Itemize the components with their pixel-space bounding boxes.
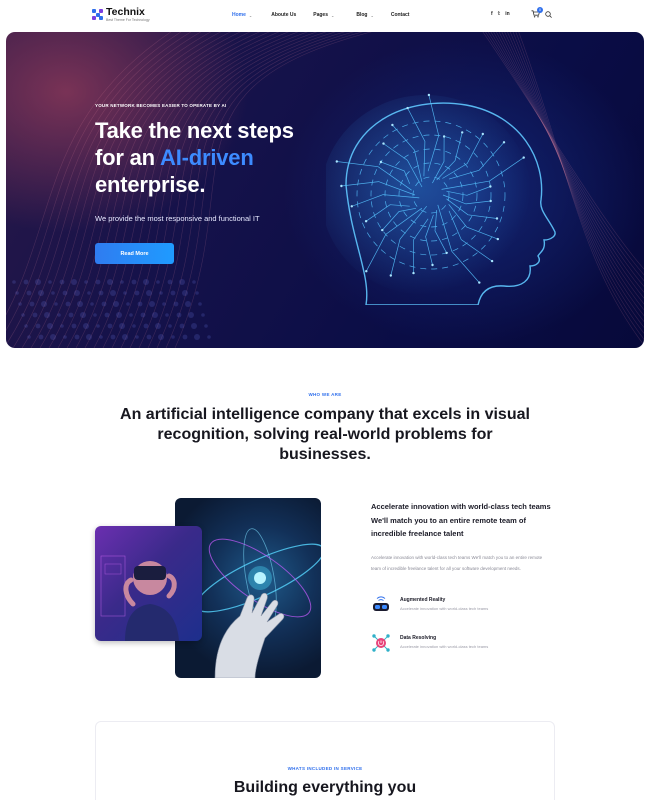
hero-title-line-2: for an AI-driven bbox=[95, 144, 294, 171]
menu-item-pages[interactable]: Pages ⌄ bbox=[313, 12, 334, 18]
data-network-icon bbox=[372, 634, 390, 652]
read-more-button[interactable]: Read More bbox=[95, 243, 174, 264]
about-body-text: Accelerate innovation with world-class t… bbox=[371, 555, 543, 571]
chevron-down-icon: ⌄ bbox=[370, 12, 374, 18]
about-kicker: WHO WE ARE bbox=[308, 392, 342, 397]
top-navigation: Technix Best Theme For Technology Home ⌄ … bbox=[0, 0, 650, 30]
vr-user-image bbox=[95, 526, 202, 641]
feature-data-resolving: Data Resolving Accelerate innovation wit… bbox=[371, 633, 488, 653]
chevron-down-icon: ⌄ bbox=[331, 12, 335, 18]
menu-label-pages: Pages bbox=[313, 12, 328, 18]
brand-tagline: Best Theme For Technology bbox=[106, 17, 150, 22]
menu-label-blog: Blog bbox=[356, 12, 368, 18]
logo-icon bbox=[92, 9, 103, 20]
menu-label-about: Aboute Us bbox=[271, 12, 297, 18]
hero-kicker: YOUR NETWORK BECOMES EASIER TO OPERATE B… bbox=[95, 103, 227, 108]
menu-item-blog[interactable]: Blog ⌄ bbox=[356, 12, 373, 18]
social-links: f 𝕥 in bbox=[491, 11, 510, 17]
ai-head-illustration bbox=[326, 93, 556, 305]
cart-count-badge: 0 bbox=[537, 7, 543, 13]
main-menu: Home ⌄ Aboute Us Pages ⌄ Blog ⌄ Contact bbox=[232, 12, 409, 18]
feature-title: Augmented Reality bbox=[400, 597, 446, 603]
hero-title: Take the next steps for an AI-driven ent… bbox=[95, 117, 294, 198]
vr-headset-icon bbox=[373, 596, 389, 611]
hero-title-highlight: AI-driven bbox=[160, 145, 254, 170]
brand-name: Technix bbox=[106, 6, 145, 18]
services-kicker: WHATS INCLUDED IN SERVICE bbox=[287, 766, 363, 771]
menu-item-home[interactable]: Home ⌄ bbox=[232, 12, 252, 18]
services-title: Building everything you bbox=[233, 779, 417, 796]
search-icon[interactable] bbox=[545, 11, 552, 18]
hero-title-prefix: for an bbox=[95, 145, 161, 170]
twitter-icon[interactable]: 𝕥 bbox=[498, 11, 501, 17]
cart-button[interactable]: 0 bbox=[531, 7, 543, 18]
menu-label-home: Home bbox=[232, 12, 246, 18]
feature-title: Data Resolving bbox=[400, 635, 437, 641]
hero-subtitle: We provide the most responsive and funct… bbox=[95, 214, 260, 223]
menu-item-about[interactable]: Aboute Us bbox=[271, 12, 296, 18]
chevron-down-icon: ⌄ bbox=[248, 12, 253, 18]
menu-label-contact: Contact bbox=[390, 12, 410, 18]
hero-banner: YOUR NETWORK BECOMES EASIER TO OPERATE B… bbox=[6, 32, 644, 348]
about-lead-text: Accelerate innovation with world-class t… bbox=[371, 502, 551, 538]
feature-description: Accelerate innovation with world-class t… bbox=[400, 644, 489, 649]
menu-item-contact[interactable]: Contact bbox=[391, 12, 410, 18]
brand-logo[interactable]: Technix Best Theme For Technology bbox=[92, 7, 150, 22]
feature-description: Accelerate innovation with world-class t… bbox=[400, 606, 489, 611]
feature-augmented-reality: Augmented Reality Accelerate innovation … bbox=[371, 595, 488, 615]
hero-title-line-1: Take the next steps bbox=[95, 118, 294, 143]
about-title: An artificial intelligence company that … bbox=[120, 406, 530, 463]
facebook-icon[interactable]: f bbox=[491, 11, 493, 17]
linkedin-icon[interactable]: in bbox=[505, 11, 509, 17]
hero-title-line-3: enterprise. bbox=[95, 172, 206, 197]
